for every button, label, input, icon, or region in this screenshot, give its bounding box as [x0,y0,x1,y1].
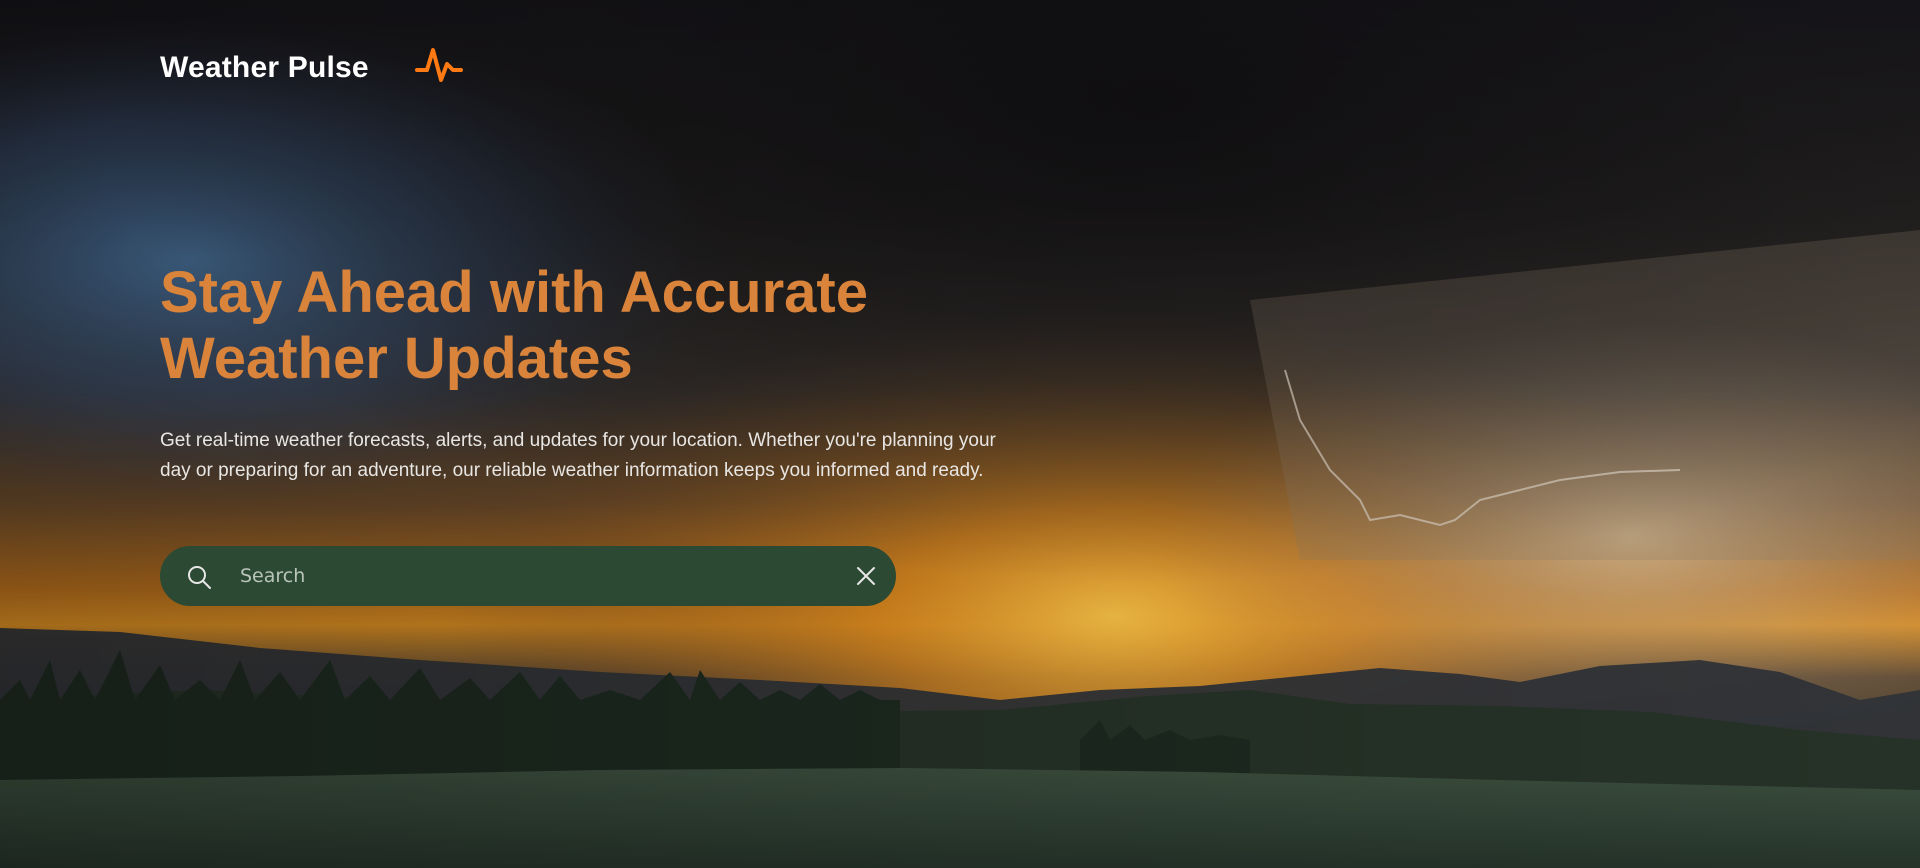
hero-headline: Stay Ahead with Accurate Weather Updates [160,260,869,391]
search-icon[interactable] [186,564,212,590]
hero-description: Get real-time weather forecasts, alerts,… [160,430,996,481]
close-icon[interactable] [856,566,876,586]
hero-section: Weather Pulse Stay Ahead with Accurate W… [0,0,1920,868]
search-bar[interactable] [160,546,896,606]
brand-logo[interactable]: Weather Pulse [160,48,463,86]
brand-name: Weather Pulse [160,51,369,84]
pulse-icon [414,48,463,82]
search-input[interactable] [240,556,800,596]
